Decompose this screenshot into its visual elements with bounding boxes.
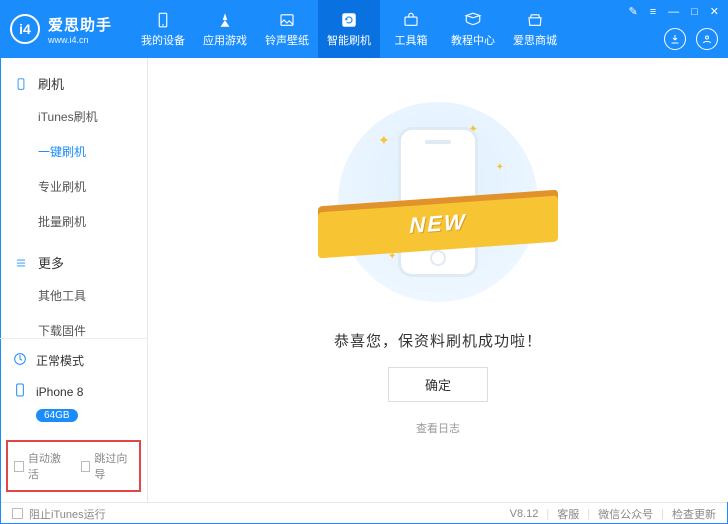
sidebar-item-oneclick-flash[interactable]: 一键刷机: [38, 134, 147, 169]
main-content: ✦ ✦ ✦ ✦ NEW 恭喜您，保资料刷机成功啦！ 确定 查看日志: [148, 58, 728, 502]
brand-logo-icon: i4: [10, 14, 40, 44]
top-nav: 我的设备 应用游戏 铃声壁纸 智能刷机 工具箱 教程中心 爱思商城: [132, 0, 566, 58]
brand-title: 爱思助手: [48, 14, 112, 35]
auto-activate-checkbox[interactable]: 自动激活: [14, 450, 67, 482]
download-button[interactable]: [664, 28, 686, 50]
sidebar-group-header-flash[interactable]: 刷机: [0, 68, 147, 99]
sidebar-item-other-tools[interactable]: 其他工具: [38, 278, 147, 313]
skip-guide-label: 跳过向导: [94, 450, 133, 482]
nav-label: 智能刷机: [327, 32, 371, 48]
nav-flash[interactable]: 智能刷机: [318, 0, 380, 58]
refresh-icon: [340, 11, 358, 29]
body: 刷机 iTunes刷机 一键刷机 专业刷机 批量刷机 更多 其他工具 下载固件 …: [0, 58, 728, 502]
header-actions: [664, 28, 718, 50]
list-icon: [14, 256, 28, 270]
sidebar: 刷机 iTunes刷机 一键刷机 专业刷机 批量刷机 更多 其他工具 下载固件 …: [0, 58, 148, 502]
sidebar-item-download-firmware[interactable]: 下载固件: [38, 313, 147, 338]
success-illustration: ✦ ✦ ✦ ✦ NEW: [338, 102, 538, 302]
options-box: 自动激活 跳过向导: [6, 440, 141, 492]
nav-tools[interactable]: 工具箱: [380, 0, 442, 58]
sidebar-group-label: 刷机: [38, 74, 64, 93]
maximize-button[interactable]: □: [688, 5, 701, 19]
footer: 阻止iTunes运行 V8.12 | 客服 | 微信公众号 | 检查更新: [0, 502, 728, 524]
view-log-link[interactable]: 查看日志: [416, 420, 460, 436]
feedback-icon[interactable]: ✎: [625, 4, 640, 19]
menu-icon[interactable]: ≡: [647, 5, 659, 19]
version-label: V8.12: [510, 508, 539, 520]
phone-icon: [154, 11, 172, 29]
brand-subtitle: www.i4.cn: [48, 35, 112, 45]
brand: i4 爱思助手 www.i4.cn: [10, 14, 112, 45]
phone-icon: [12, 382, 28, 401]
sidebar-group-flash: 刷机 iTunes刷机 一键刷机 专业刷机 批量刷机: [0, 68, 147, 239]
window-controls: ✎ ≡ — □ ✕: [625, 4, 722, 19]
sidebar-item-itunes-flash[interactable]: iTunes刷机: [38, 99, 147, 134]
nav-device[interactable]: 我的设备: [132, 0, 194, 58]
support-link[interactable]: 客服: [557, 506, 579, 522]
ribbon-text: NEW: [409, 209, 466, 239]
nav-label: 教程中心: [451, 32, 495, 48]
nav-label: 我的设备: [141, 32, 185, 48]
close-button[interactable]: ✕: [707, 4, 722, 19]
nav-mall[interactable]: 爱思商城: [504, 0, 566, 58]
sidebar-group-header-more[interactable]: 更多: [0, 247, 147, 278]
sparkle-icon: ✦: [496, 162, 504, 173]
device-panel: 正常模式 iPhone 8 64GB: [0, 338, 147, 432]
auto-activate-label: 自动激活: [28, 450, 67, 482]
skip-guide-checkbox[interactable]: 跳过向导: [81, 450, 134, 482]
footer-right: V8.12 | 客服 | 微信公众号 | 检查更新: [510, 506, 716, 522]
wechat-link[interactable]: 微信公众号: [598, 506, 653, 522]
nav-ringtones[interactable]: 铃声壁纸: [256, 0, 318, 58]
device-mode-label: 正常模式: [36, 352, 84, 369]
nav-apps[interactable]: 应用游戏: [194, 0, 256, 58]
device-name-label: iPhone 8: [36, 385, 83, 399]
sparkle-icon: ✦: [378, 132, 390, 149]
check-update-link[interactable]: 检查更新: [672, 506, 716, 522]
nav-label: 工具箱: [395, 32, 428, 48]
block-itunes-checkbox[interactable]: 阻止iTunes运行: [12, 506, 106, 522]
nav-tutorials[interactable]: 教程中心: [442, 0, 504, 58]
sidebar-group-label: 更多: [38, 253, 64, 272]
apps-icon: [216, 11, 234, 29]
new-ribbon: NEW: [318, 198, 558, 250]
header: i4 爱思助手 www.i4.cn 我的设备 应用游戏 铃声壁纸 智能刷机 工具…: [0, 0, 728, 58]
block-itunes-label: 阻止iTunes运行: [29, 506, 106, 522]
checkbox-icon: [81, 461, 91, 472]
device-name-row[interactable]: iPhone 8: [12, 380, 135, 403]
sidebar-item-batch-flash[interactable]: 批量刷机: [38, 204, 147, 239]
sidebar-group-more: 更多 其他工具 下载固件 高级功能: [0, 247, 147, 338]
phone-icon: [14, 77, 28, 91]
nav-label: 应用游戏: [203, 32, 247, 48]
device-storage-badge: 64GB: [36, 409, 78, 422]
ok-button[interactable]: 确定: [388, 367, 488, 402]
book-icon: [464, 11, 482, 29]
nav-label: 铃声壁纸: [265, 32, 309, 48]
success-message: 恭喜您，保资料刷机成功啦！: [334, 330, 542, 351]
mode-icon: [12, 351, 28, 370]
checkbox-icon: [14, 461, 24, 472]
minimize-button[interactable]: —: [665, 5, 682, 19]
checkbox-icon: [12, 508, 23, 519]
sidebar-item-pro-flash[interactable]: 专业刷机: [38, 169, 147, 204]
toolbox-icon: [402, 11, 420, 29]
nav-label: 爱思商城: [513, 32, 557, 48]
device-mode-row[interactable]: 正常模式: [12, 349, 135, 372]
image-icon: [278, 11, 296, 29]
user-button[interactable]: [696, 28, 718, 50]
shop-icon: [526, 11, 544, 29]
